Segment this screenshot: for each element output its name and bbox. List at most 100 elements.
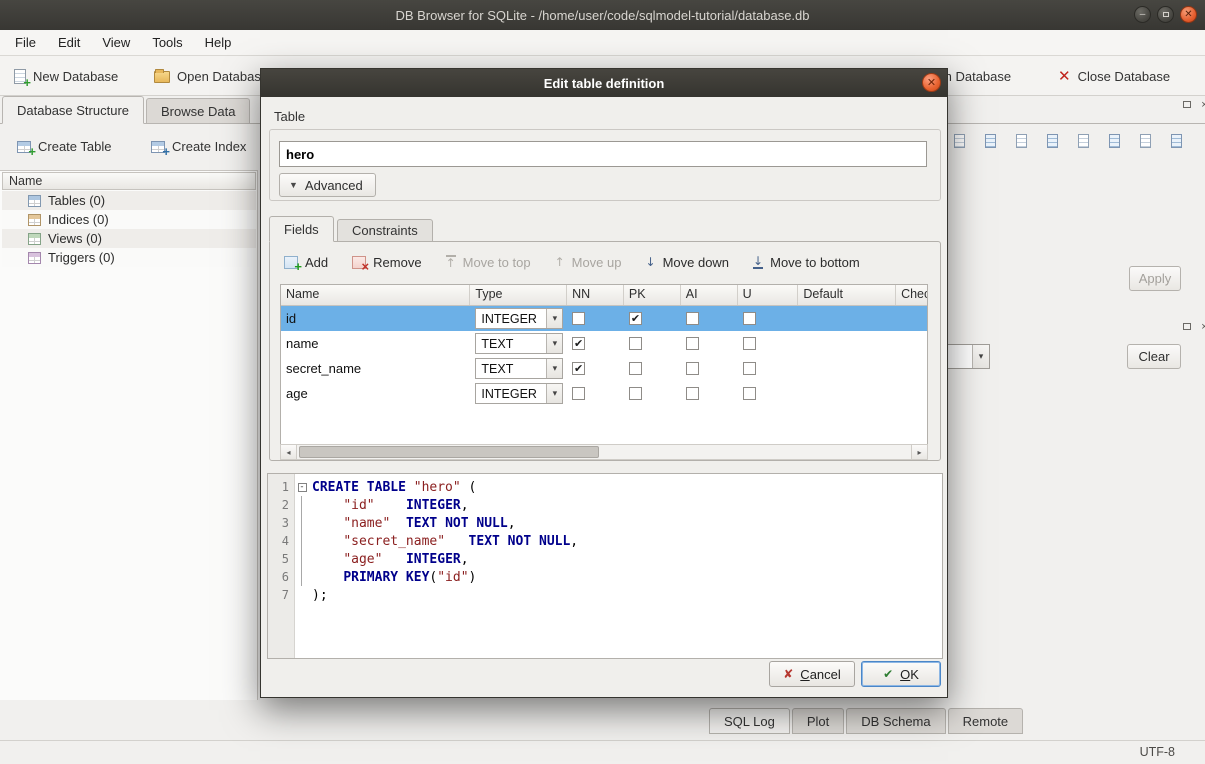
col-header-name[interactable]: Name xyxy=(281,285,470,305)
move-down-button[interactable]: ↓ Move down xyxy=(646,255,730,270)
dock-toolbar-button[interactable] xyxy=(1008,129,1034,153)
horizontal-scrollbar[interactable]: ◂ ▸ xyxy=(280,444,928,460)
nn-checkbox[interactable] xyxy=(572,362,585,375)
col-header-nn[interactable]: NN xyxy=(567,285,624,305)
tab-remote[interactable]: Remote xyxy=(948,708,1024,734)
menu-view[interactable]: View xyxy=(91,32,141,53)
open-database-button[interactable]: Open Database xyxy=(146,62,276,90)
ai-checkbox[interactable] xyxy=(686,387,699,400)
type-combo[interactable]: INTEGER▾ xyxy=(475,383,563,404)
tab-constraints[interactable]: Constraints xyxy=(337,219,433,242)
dock-float-button[interactable] xyxy=(1180,320,1193,333)
u-checkbox[interactable] xyxy=(743,312,756,325)
dock-toolbar-button[interactable] xyxy=(1163,129,1189,153)
pk-checkbox[interactable] xyxy=(629,337,642,350)
field-row-id[interactable]: id INTEGER▾ xyxy=(281,306,927,331)
new-database-button[interactable]: New Database xyxy=(6,62,126,90)
default-cell[interactable] xyxy=(798,356,896,381)
menu-help[interactable]: Help xyxy=(194,32,243,53)
maximize-button[interactable] xyxy=(1157,6,1174,23)
ai-checkbox[interactable] xyxy=(686,337,699,350)
scroll-left-arrow[interactable]: ◂ xyxy=(281,445,297,459)
cancel-button[interactable]: ✘ Cancel xyxy=(769,661,855,687)
move-to-top-button[interactable]: ↑ Move to top xyxy=(446,255,531,270)
check-cell[interactable] xyxy=(896,306,927,331)
check-cell[interactable] xyxy=(896,381,927,406)
add-field-button[interactable]: Add xyxy=(284,255,328,270)
chevron-down-icon[interactable]: ▾ xyxy=(546,334,562,353)
tree-item-indices[interactable]: Indices (0) xyxy=(2,210,256,229)
nn-checkbox[interactable] xyxy=(572,387,585,400)
create-table-button[interactable]: Create Table xyxy=(8,132,120,161)
menu-file[interactable]: File xyxy=(4,32,47,53)
tab-db-schema[interactable]: DB Schema xyxy=(846,708,945,734)
dock-toolbar-button[interactable] xyxy=(1039,129,1065,153)
fold-marker[interactable]: - xyxy=(295,478,309,496)
dock-toolbar-button[interactable] xyxy=(1132,129,1158,153)
tree-item-triggers[interactable]: Triggers (0) xyxy=(2,248,256,267)
remove-field-button[interactable]: Remove xyxy=(352,255,421,270)
minimize-button[interactable]: – xyxy=(1134,6,1151,23)
default-cell[interactable] xyxy=(798,331,896,356)
menu-edit[interactable]: Edit xyxy=(47,32,91,53)
col-header-ai[interactable]: AI xyxy=(681,285,738,305)
chevron-down-icon[interactable]: ▾ xyxy=(546,359,562,378)
type-combo[interactable]: TEXT▾ xyxy=(475,333,563,354)
pk-checkbox[interactable] xyxy=(629,362,642,375)
col-header-default[interactable]: Default xyxy=(798,285,896,305)
tab-fields[interactable]: Fields xyxy=(269,216,334,242)
field-row-name[interactable]: name TEXT▾ xyxy=(281,331,927,356)
scrollbar-thumb[interactable] xyxy=(299,446,599,458)
u-checkbox[interactable] xyxy=(743,387,756,400)
dock-toolbar-button[interactable] xyxy=(977,129,1003,153)
default-cell[interactable] xyxy=(798,306,896,331)
field-row-age[interactable]: age INTEGER▾ xyxy=(281,381,927,406)
check-cell[interactable] xyxy=(896,331,927,356)
tree-item-tables[interactable]: Tables (0) xyxy=(2,191,256,210)
move-to-bottom-button[interactable]: ↓ Move to bottom xyxy=(753,255,860,270)
tree-column-header[interactable]: Name xyxy=(2,172,256,190)
pk-checkbox[interactable] xyxy=(629,312,642,325)
tab-browse-data[interactable]: Browse Data xyxy=(146,98,250,123)
ai-checkbox[interactable] xyxy=(686,312,699,325)
menu-tools[interactable]: Tools xyxy=(141,32,193,53)
table-name-input[interactable] xyxy=(279,141,927,167)
nn-checkbox[interactable] xyxy=(572,312,585,325)
chevron-down-icon[interactable]: ▾ xyxy=(546,309,562,328)
check-cell[interactable] xyxy=(896,356,927,381)
u-checkbox[interactable] xyxy=(743,362,756,375)
col-header-type[interactable]: Type xyxy=(470,285,567,305)
col-header-pk[interactable]: PK xyxy=(624,285,681,305)
scroll-right-arrow[interactable]: ▸ xyxy=(911,445,927,459)
clear-button[interactable]: Clear xyxy=(1127,344,1181,369)
move-up-button[interactable]: ↑ Move up xyxy=(555,255,622,270)
u-checkbox[interactable] xyxy=(743,337,756,350)
sql-preview-editor[interactable]: 1-CREATE TABLE "hero" (2 "id" INTEGER,3 … xyxy=(267,473,943,659)
tab-database-structure[interactable]: Database Structure xyxy=(2,96,144,124)
tree-item-views[interactable]: Views (0) xyxy=(2,229,256,248)
advanced-toggle-button[interactable]: ▼ Advanced xyxy=(279,173,376,197)
close-button[interactable]: ✕ xyxy=(1180,6,1197,23)
dock-toolbar-button[interactable] xyxy=(1101,129,1127,153)
tab-plot[interactable]: Plot xyxy=(792,708,844,734)
ok-button[interactable]: ✔ OK xyxy=(861,661,941,687)
nn-checkbox[interactable] xyxy=(572,337,585,350)
dock-close-button[interactable]: × xyxy=(1198,98,1205,111)
dock-toolbar-button[interactable] xyxy=(946,129,972,153)
tab-sql-log[interactable]: SQL Log xyxy=(709,708,790,734)
field-row-secret-name[interactable]: secret_name TEXT▾ xyxy=(281,356,927,381)
default-cell[interactable] xyxy=(798,381,896,406)
col-header-check[interactable]: Check xyxy=(896,285,927,305)
apply-button[interactable]: Apply xyxy=(1129,266,1181,291)
dock-float-button[interactable] xyxy=(1180,98,1193,111)
dialog-close-button[interactable]: ✕ xyxy=(922,73,941,92)
dock-close-button[interactable]: × xyxy=(1198,320,1205,333)
ai-checkbox[interactable] xyxy=(686,362,699,375)
pk-checkbox[interactable] xyxy=(629,387,642,400)
create-index-button[interactable]: Create Index xyxy=(142,132,255,161)
dock-toolbar-button[interactable] xyxy=(1070,129,1096,153)
close-database-button[interactable]: ✕ Close Database xyxy=(1050,62,1178,90)
chevron-down-icon[interactable]: ▾ xyxy=(546,384,562,403)
col-header-u[interactable]: U xyxy=(738,285,799,305)
type-combo[interactable]: INTEGER▾ xyxy=(475,308,563,329)
